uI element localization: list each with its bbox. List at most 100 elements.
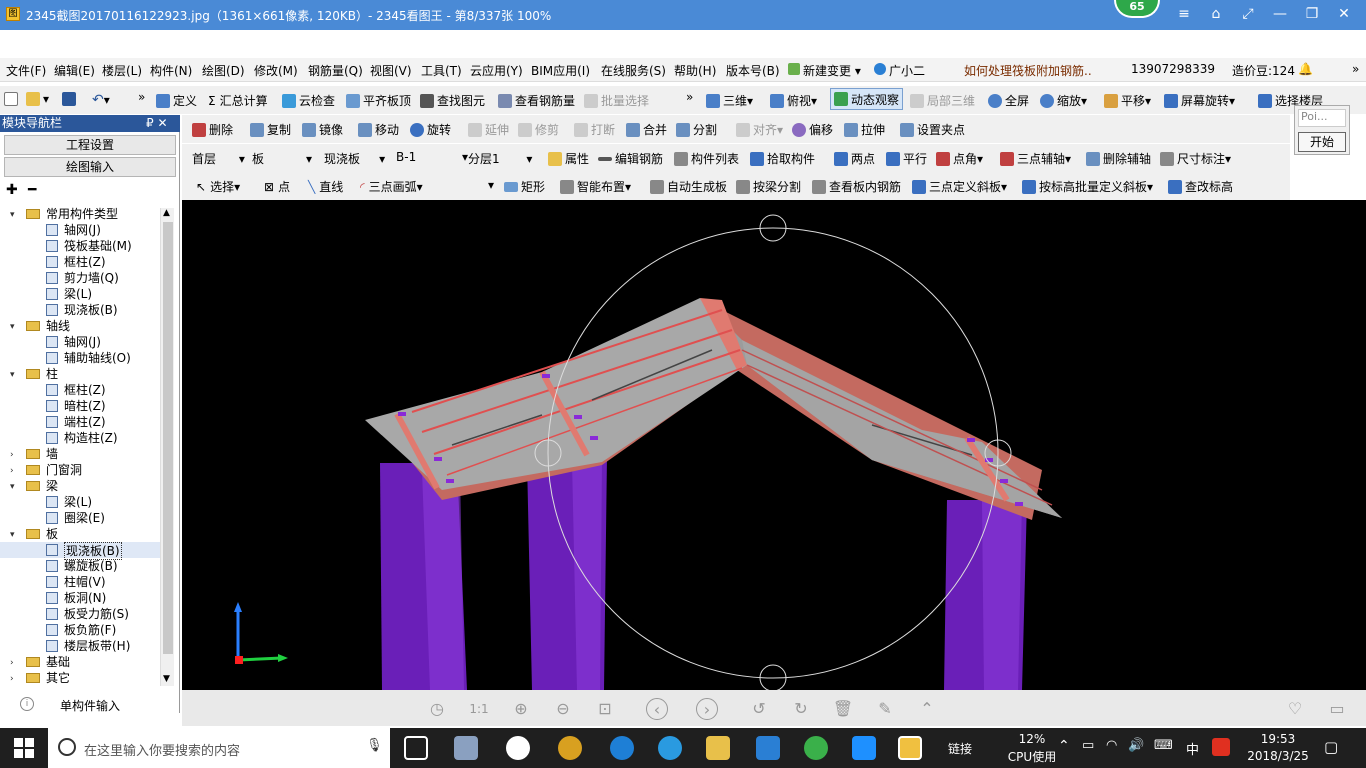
chevron-down-icon[interactable]: ▾: [10, 527, 15, 543]
menu-view[interactable]: 视图(V): [370, 62, 412, 79]
menu-online[interactable]: 在线服务(S): [601, 62, 666, 79]
drawing-input-button[interactable]: 绘图输入: [4, 157, 176, 177]
select-tool-button[interactable]: ↖ 选择 ▾: [196, 178, 240, 195]
browser-app-icon[interactable]: [558, 736, 582, 760]
offset-button[interactable]: 偏移: [792, 121, 833, 138]
auto-generate-slab-button[interactable]: 自动生成板: [650, 178, 727, 195]
new-file-icon[interactable]: [4, 92, 21, 106]
find-element-button[interactable]: 查找图元: [420, 92, 485, 109]
collapse-all-icon[interactable]: ━: [28, 182, 36, 198]
stretch-button[interactable]: 拉伸: [844, 121, 885, 138]
tree-item[interactable]: 板受力筋(S): [0, 606, 160, 622]
menu-floor[interactable]: 楼层(L): [102, 62, 142, 79]
prev-image-icon[interactable]: ‹: [646, 698, 668, 720]
fullscreen-view-button[interactable]: 全屏: [988, 92, 1029, 109]
fullscreen-icon[interactable]: ⤢: [1238, 6, 1258, 22]
green-app-icon[interactable]: [804, 736, 828, 760]
battery-icon[interactable]: ▭: [1082, 738, 1094, 753]
glodon-app-icon[interactable]: [756, 736, 780, 760]
edit-rebar-button[interactable]: 编辑钢筋: [598, 150, 663, 167]
open-folder-viewer-icon[interactable]: ▭: [1326, 698, 1348, 720]
ie-icon[interactable]: [658, 736, 682, 760]
tree-item[interactable]: 螺旋板(B): [0, 558, 160, 574]
move-button[interactable]: 移动: [358, 121, 399, 138]
tree-folder[interactable]: › 门窗洞: [0, 462, 160, 478]
windows-start-icon[interactable]: [14, 738, 34, 758]
menu-file[interactable]: 文件(F): [6, 62, 46, 79]
taskbar-search-box[interactable]: 在这里输入你要搜索的内容 🎙: [48, 728, 390, 768]
smart-layout-button[interactable]: 智能布置 ▾: [560, 178, 631, 195]
tree-item[interactable]: 梁(L): [0, 286, 160, 302]
edit-image-icon[interactable]: ✎: [874, 698, 896, 720]
menu-rebar[interactable]: 钢筋量(Q): [308, 62, 363, 79]
task-view-icon[interactable]: [404, 736, 428, 760]
ime-indicator[interactable]: 中: [1186, 739, 1199, 758]
tree-item[interactable]: 轴网(J): [0, 334, 160, 350]
close-button[interactable]: ✕: [1334, 6, 1354, 22]
menu-help[interactable]: 帮助(H): [674, 62, 716, 79]
top-view-button[interactable]: 俯视 ▾: [770, 92, 817, 109]
edit-elevation-button[interactable]: 查改标高: [1168, 178, 1233, 195]
more-icon[interactable]: ⌃: [916, 698, 938, 720]
fit-window-icon[interactable]: ⊡: [594, 698, 616, 720]
tree-item[interactable]: 现浇板(B): [0, 302, 160, 318]
chevron-right-icon[interactable]: ›: [10, 655, 14, 671]
line-tool-button[interactable]: ╲ 直线: [308, 178, 343, 195]
tree-item[interactable]: 暗柱(Z): [0, 398, 160, 414]
tree-folder[interactable]: › 基础: [0, 654, 160, 670]
zoom-out-icon[interactable]: ⊖: [552, 698, 574, 720]
three-point-axis-button[interactable]: 三点辅轴 ▾: [1000, 150, 1071, 167]
two-point-button[interactable]: 两点: [834, 150, 875, 167]
slab-name-select[interactable]: B-1 ▾: [396, 150, 468, 164]
arc-options-dropdown[interactable]: ▾: [488, 178, 494, 192]
next-image-icon[interactable]: ›: [696, 698, 718, 720]
menu-draw[interactable]: 绘图(D): [202, 62, 245, 79]
link-label[interactable]: 链接: [948, 740, 972, 757]
delete-button[interactable]: 删除: [192, 121, 233, 138]
clock-date[interactable]: 2018/3/25: [1240, 749, 1316, 763]
favorite-icon[interactable]: ♡: [1284, 698, 1306, 720]
define-button[interactable]: 定义: [156, 92, 197, 109]
notification-center-icon[interactable]: ▢: [1324, 738, 1338, 756]
align-slab-top-button[interactable]: 平齐板顶: [346, 92, 411, 109]
menu-guangxiaoer[interactable]: 广小二: [874, 62, 925, 79]
mirror-button[interactable]: 镜像: [302, 121, 343, 138]
rotate-button[interactable]: 旋转: [410, 121, 451, 138]
save-icon[interactable]: [62, 92, 79, 106]
menu-cloud[interactable]: 云应用(Y): [470, 62, 523, 79]
summary-calc-button[interactable]: Σ 汇总计算: [208, 92, 268, 109]
menu-tools[interactable]: 工具(T): [421, 62, 462, 79]
chevron-down-icon[interactable]: ▾: [10, 319, 15, 335]
three-point-slope-button[interactable]: 三点定义斜板 ▾: [912, 178, 1007, 195]
tree-item[interactable]: 轴网(J): [0, 222, 160, 238]
pinwheel-app-icon[interactable]: [454, 736, 478, 760]
arc-tool-button[interactable]: ◜ 三点画弧 ▾: [360, 178, 423, 195]
tree-folder[interactable]: ▾ 梁: [0, 478, 160, 494]
zoom-in-icon[interactable]: ⊕: [510, 698, 532, 720]
tree-item[interactable]: 筏板基础(M): [0, 238, 160, 254]
parallel-button[interactable]: 平行: [886, 150, 927, 167]
menu-cost-beans[interactable]: 造价豆:124: [1232, 62, 1295, 79]
align-button[interactable]: 对齐 ▾: [736, 121, 783, 138]
rectangle-tool-button[interactable]: 矩形: [504, 178, 545, 195]
layer-select[interactable]: 分层1 ▾: [468, 150, 532, 167]
tree-item[interactable]: 构造柱(Z): [0, 430, 160, 446]
sogou-ime-icon[interactable]: [1212, 738, 1230, 756]
menu-icon[interactable]: ≡: [1174, 6, 1194, 22]
bell-icon[interactable]: 🔔: [1298, 62, 1313, 76]
rotate-right-icon[interactable]: ↻: [790, 698, 812, 720]
point-angle-button[interactable]: 点角 ▾: [936, 150, 983, 167]
minimize-button[interactable]: —: [1270, 6, 1290, 22]
split-by-beam-button[interactable]: 按梁分割: [736, 178, 801, 195]
menu-more-icon[interactable]: »: [1352, 62, 1359, 76]
view-rebar-qty-button[interactable]: 查看钢筋量: [498, 92, 575, 109]
extend-button[interactable]: 延伸: [468, 121, 509, 138]
edge-icon[interactable]: [610, 736, 634, 760]
split-button[interactable]: 分割: [676, 121, 717, 138]
trim-button[interactable]: 修剪: [518, 121, 559, 138]
tree-folder[interactable]: ▾ 常用构件类型: [0, 206, 160, 222]
tree-folder[interactable]: ▾ 轴线: [0, 318, 160, 334]
tree-item[interactable]: 框柱(Z): [0, 254, 160, 270]
project-settings-button[interactable]: 工程设置: [4, 135, 176, 155]
scroll-down-icon[interactable]: ▼: [163, 674, 170, 684]
